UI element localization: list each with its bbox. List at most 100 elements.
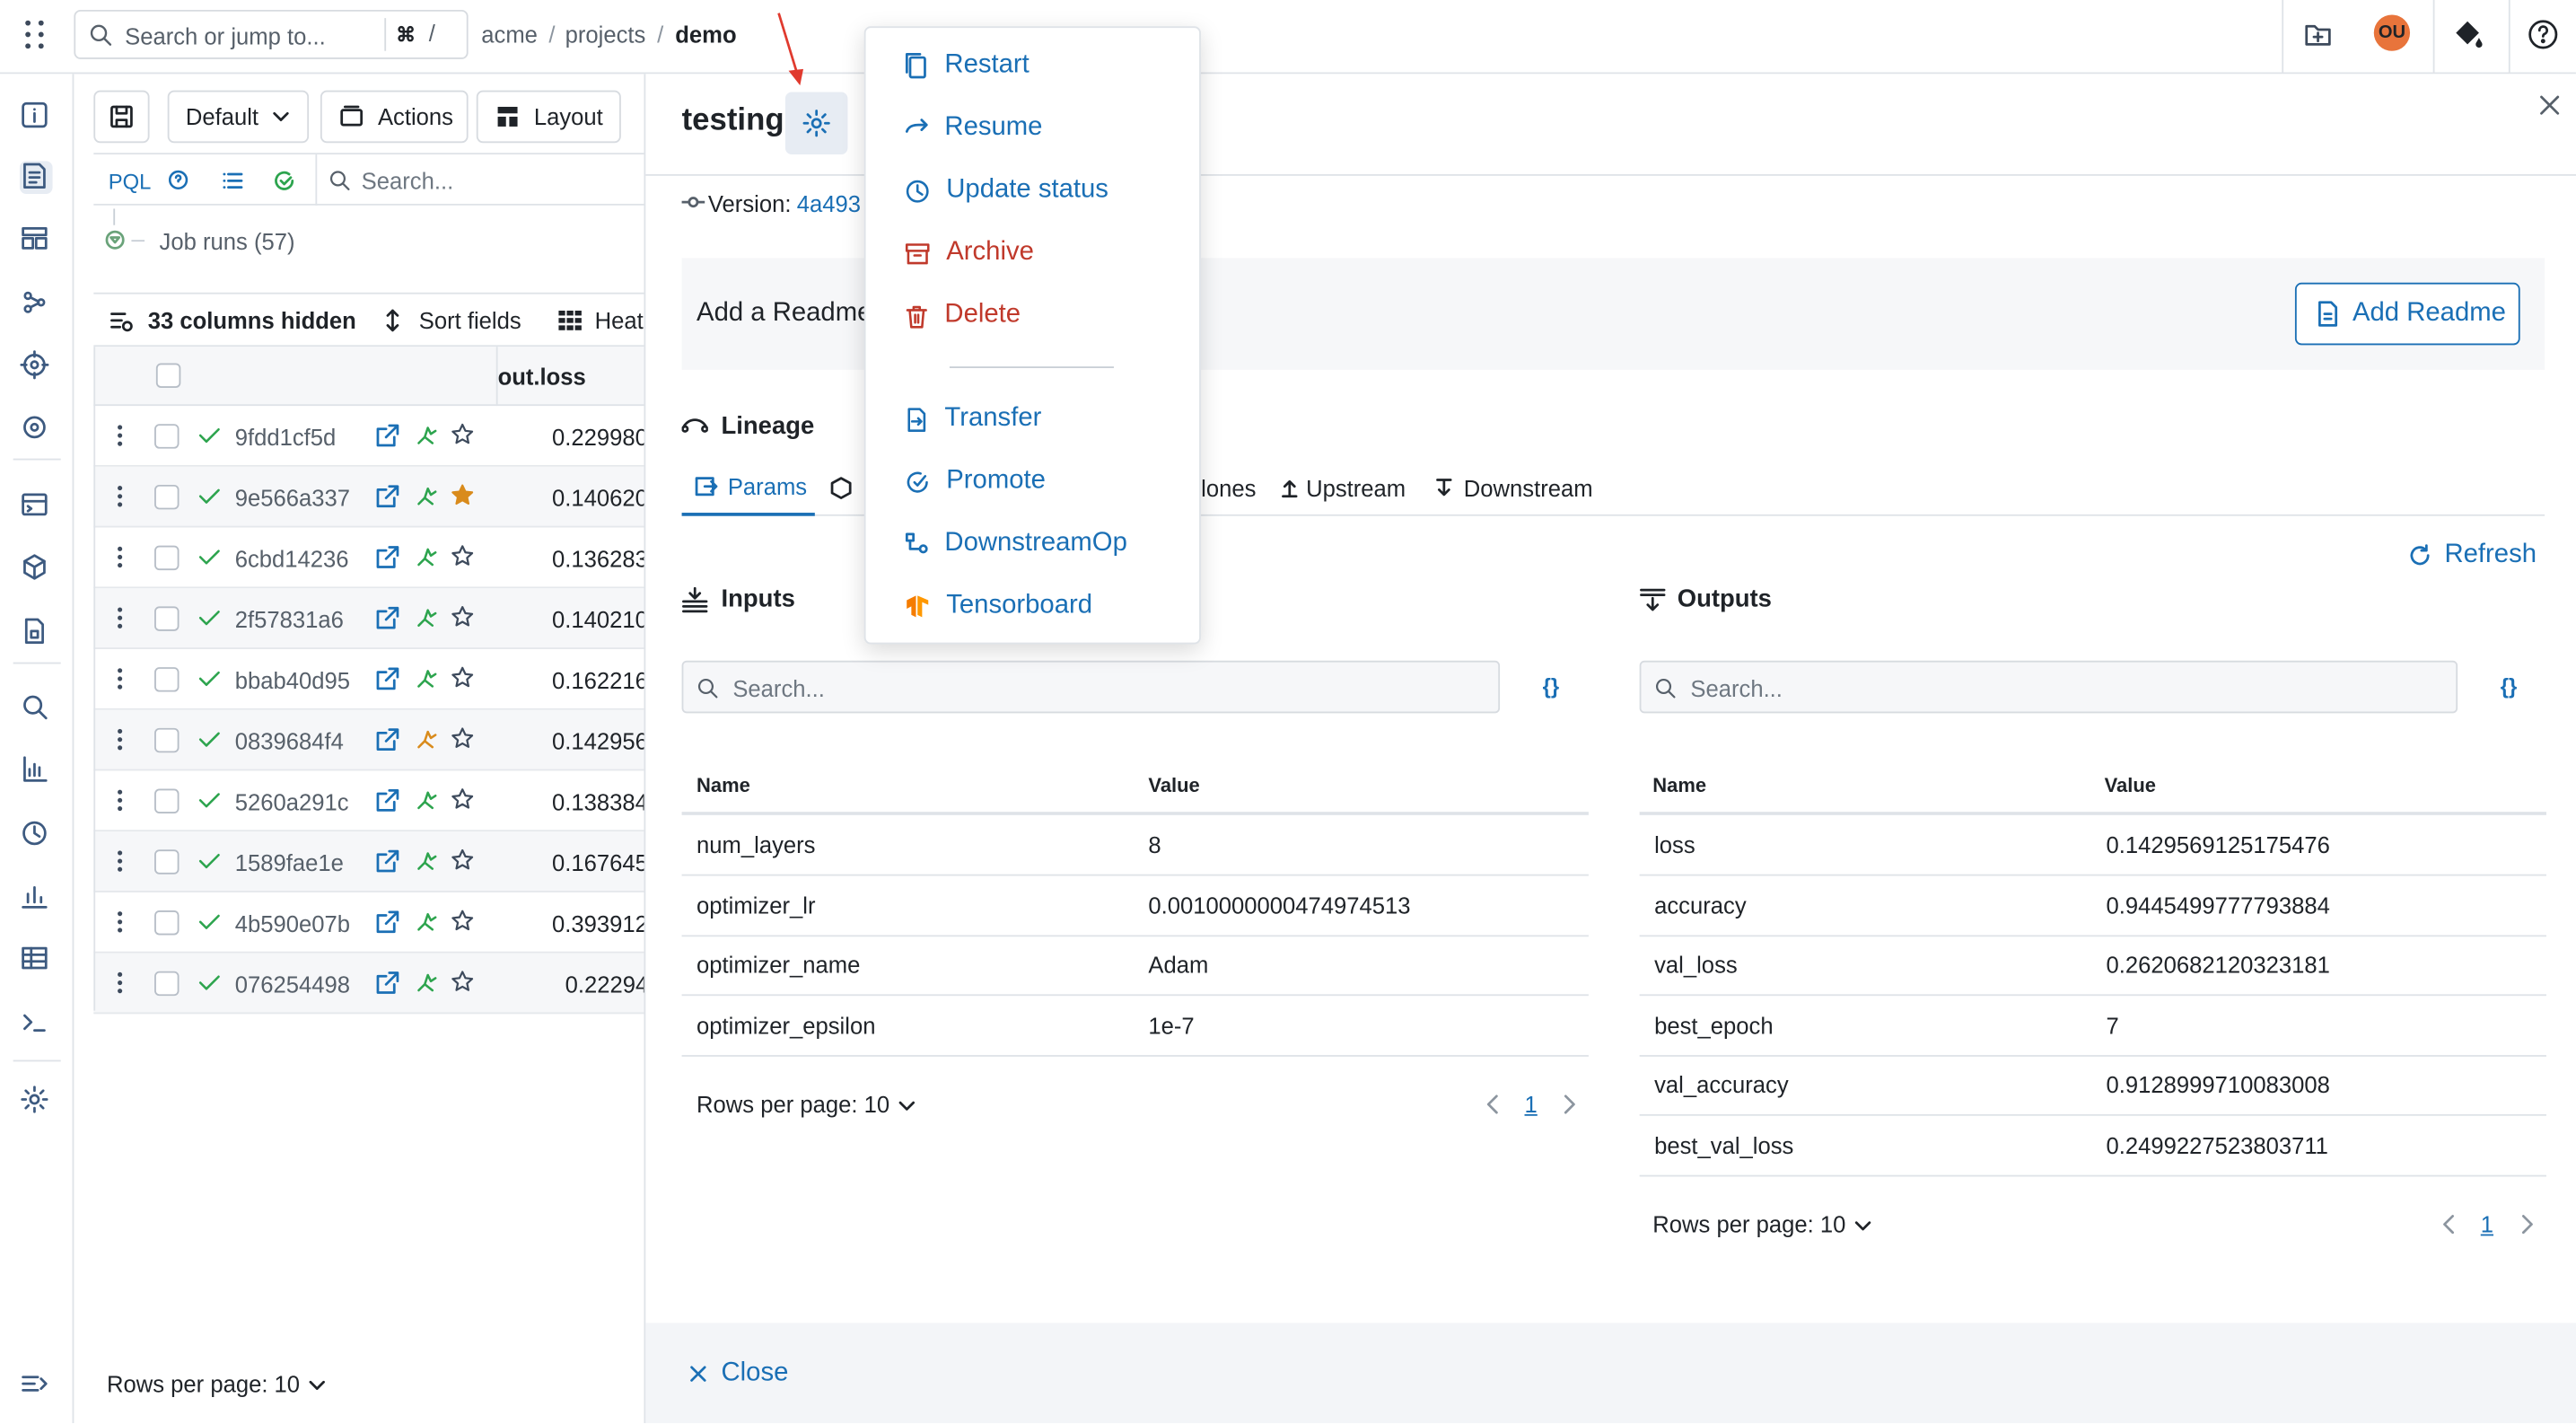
- row-checkbox[interactable]: [154, 424, 180, 449]
- external-link-icon[interactable]: [376, 971, 399, 995]
- compare-icon[interactable]: [416, 424, 437, 447]
- view-select[interactable]: Default: [167, 90, 310, 144]
- apps-grid-icon[interactable]: [23, 18, 47, 51]
- runs-icon[interactable]: [19, 161, 53, 194]
- star-icon[interactable]: [451, 787, 475, 812]
- outputs-rows-per-page[interactable]: Rows per page: 10: [1652, 1211, 1845, 1237]
- star-icon[interactable]: [451, 544, 475, 568]
- add-readme-button[interactable]: Add Readme: [2294, 282, 2520, 346]
- outputs-page-number[interactable]: 1: [2481, 1211, 2493, 1237]
- inputs-search-input[interactable]: Search...: [681, 660, 1501, 714]
- settings-icon[interactable]: [20, 1085, 53, 1118]
- external-link-icon[interactable]: [376, 728, 399, 752]
- chevron-down-icon[interactable]: [1853, 1216, 1873, 1235]
- close-button[interactable]: Close: [722, 1359, 789, 1389]
- tab-downstream[interactable]: Downstream: [1464, 475, 1593, 501]
- search-zoom-icon[interactable]: [20, 692, 53, 725]
- next-page-icon[interactable]: [1561, 1094, 1577, 1114]
- refresh-check-icon[interactable]: [273, 170, 296, 193]
- eye-icon[interactable]: [20, 412, 53, 445]
- breadcrumb-org[interactable]: acme: [481, 22, 538, 48]
- run-id-link[interactable]: 2f57831a6: [235, 606, 344, 632]
- compare-icon[interactable]: [416, 728, 437, 752]
- sort-fields-button[interactable]: Sort fields: [419, 307, 521, 333]
- components-icon[interactable]: [20, 350, 53, 383]
- star-icon[interactable]: [451, 605, 475, 629]
- external-link-icon[interactable]: [376, 789, 399, 813]
- layout-button[interactable]: Layout: [476, 90, 621, 144]
- table-row[interactable]: 9fdd1cf5d 0.2299801: [93, 406, 661, 467]
- prev-page-icon[interactable]: [1485, 1094, 1502, 1114]
- star-icon[interactable]: [451, 726, 475, 751]
- star-icon[interactable]: [451, 665, 475, 690]
- filter-funnel-icon[interactable]: [105, 230, 125, 250]
- chevron-down-icon[interactable]: [897, 1096, 916, 1116]
- compare-icon[interactable]: [416, 971, 437, 995]
- run-settings-button[interactable]: [784, 92, 848, 155]
- row-checkbox[interactable]: [154, 667, 180, 692]
- row-checkbox[interactable]: [154, 484, 180, 510]
- refresh-icon[interactable]: [2408, 544, 2431, 567]
- run-id-link[interactable]: 4b590e07b: [235, 910, 350, 936]
- row-checkbox[interactable]: [154, 545, 180, 571]
- run-id-link[interactable]: 6cbd14236: [235, 546, 349, 572]
- star-icon[interactable]: [451, 909, 475, 933]
- expand-sidebar-icon[interactable]: [20, 1369, 53, 1402]
- table-row[interactable]: 076254498 0.222947: [93, 953, 662, 1015]
- run-id-link[interactable]: 5260a291c: [235, 789, 349, 815]
- row-checkbox[interactable]: [154, 910, 180, 936]
- info-icon[interactable]: [20, 101, 53, 134]
- drag-handle-icon[interactable]: [117, 728, 123, 752]
- version-link[interactable]: 4a493: [797, 190, 861, 216]
- table-row[interactable]: 2f57831a6 0.1402108: [93, 588, 661, 649]
- inputs-page-number[interactable]: 1: [1525, 1091, 1538, 1117]
- menu-item-archive[interactable]: Archive: [905, 232, 1034, 275]
- external-link-icon[interactable]: [376, 606, 399, 629]
- run-id-link[interactable]: 076254498: [235, 971, 350, 998]
- file-lock-icon[interactable]: [20, 616, 53, 649]
- row-checkbox[interactable]: [154, 849, 180, 875]
- query-search-input[interactable]: Search...: [362, 168, 454, 194]
- console-icon[interactable]: [20, 1007, 53, 1041]
- table-row[interactable]: 5260a291c 0.1383843: [93, 770, 661, 832]
- table-row[interactable]: 0839684f4 0.1429569: [93, 709, 661, 771]
- history-icon[interactable]: [20, 818, 53, 851]
- run-id-link[interactable]: 1589fae1e: [235, 849, 344, 875]
- job-runs-count[interactable]: Job runs (57): [160, 228, 295, 254]
- help-icon[interactable]: [2527, 18, 2560, 51]
- run-id-link[interactable]: 9fdd1cf5d: [235, 424, 337, 450]
- dag-icon[interactable]: [20, 287, 53, 321]
- drag-handle-icon[interactable]: [117, 606, 123, 629]
- list-filter-icon[interactable]: [222, 170, 245, 193]
- close-x-icon[interactable]: [2538, 93, 2562, 117]
- pql-toggle[interactable]: PQL: [109, 170, 152, 194]
- global-search[interactable]: Search or jump to... ⌘ /: [74, 9, 469, 59]
- chevron-down-icon[interactable]: [307, 1376, 327, 1395]
- refresh-button[interactable]: Refresh: [2444, 541, 2537, 570]
- drag-handle-icon[interactable]: [117, 667, 123, 690]
- compare-icon[interactable]: [416, 910, 437, 934]
- column-header-out-loss[interactable]: out.loss: [498, 363, 586, 389]
- menu-item-delete[interactable]: Delete: [905, 294, 1021, 338]
- table-row[interactable]: 9e566a337 0.1406206: [93, 466, 661, 528]
- hidden-columns-button[interactable]: 33 columns hidden: [148, 307, 356, 333]
- table-row[interactable]: 4b590e07b 0.3939124: [93, 892, 661, 954]
- external-link-icon[interactable]: [376, 485, 399, 508]
- drag-handle-icon[interactable]: [117, 849, 123, 873]
- compare-icon[interactable]: [416, 849, 437, 873]
- bar-chart-icon[interactable]: [20, 881, 53, 914]
- json-view-icon[interactable]: {}: [2501, 673, 2518, 698]
- table-row[interactable]: 1589fae1e 0.1676454: [93, 831, 661, 892]
- star-icon[interactable]: [451, 422, 475, 446]
- json-view-icon[interactable]: {}: [1543, 673, 1560, 698]
- drag-handle-icon[interactable]: [117, 546, 123, 569]
- external-link-icon[interactable]: [376, 424, 399, 447]
- compare-icon[interactable]: [416, 546, 437, 569]
- external-link-icon[interactable]: [376, 546, 399, 569]
- run-id-link[interactable]: bbab40d95: [235, 667, 350, 693]
- menu-item-resume[interactable]: Resume: [905, 107, 1042, 150]
- table-row[interactable]: 6cbd14236 0.1362839: [93, 528, 661, 589]
- compare-icon[interactable]: [416, 789, 437, 813]
- menu-item-restart[interactable]: Restart: [905, 44, 1030, 87]
- breadcrumb-projects[interactable]: projects: [565, 22, 646, 48]
